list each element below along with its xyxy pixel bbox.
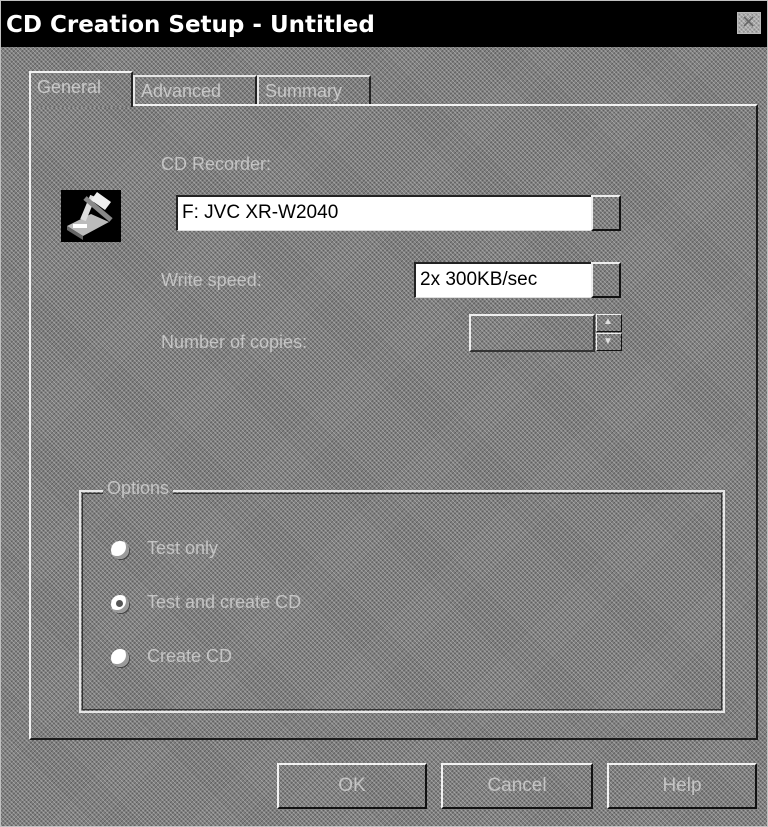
tab-advanced-label: Advanced (141, 81, 222, 101)
window-title: CD Creation Setup - Untitled (6, 12, 375, 38)
number-of-copies-label: Number of copies: (161, 332, 308, 352)
close-button[interactable]: × (737, 11, 761, 34)
options-group: Options Test only Test and create CD Cre… (79, 478, 725, 713)
cd-creation-setup-dialog: CD Creation Setup - Untitled × General A… (0, 0, 768, 827)
radio-test-only[interactable] (111, 541, 129, 559)
title-bar: CD Creation Setup - Untitled × (1, 1, 767, 47)
copies-spinner-field[interactable] (469, 314, 595, 352)
option-test-only-label: Test only (147, 538, 219, 558)
help-button-label: Help (662, 775, 702, 796)
dialog-body: General Advanced Summary CD Recorder: F:… (1, 47, 767, 826)
radio-create-cd[interactable] (111, 649, 129, 667)
cancel-button-label: Cancel (487, 775, 547, 796)
write-speed-select[interactable]: 2x 300KB/sec (414, 262, 592, 298)
cd-recorder-value: F: JVC XR-W2040 (182, 202, 339, 223)
cd-writer-icon (61, 190, 121, 242)
tab-general-label: General (37, 77, 102, 97)
cd-recorder-dropdown-button[interactable] (591, 195, 621, 231)
copies-decrement-button[interactable]: ▼ (596, 333, 622, 351)
cancel-button[interactable]: Cancel (441, 763, 593, 809)
spin-down-icon: ▼ (603, 336, 613, 347)
option-create-cd-label: Create CD (147, 646, 233, 666)
spin-up-icon: ▲ (603, 316, 613, 327)
tab-summary[interactable]: Summary (257, 75, 371, 105)
write-speed-label: Write speed: (161, 270, 262, 290)
help-button[interactable]: Help (607, 763, 757, 809)
copies-increment-button[interactable]: ▲ (596, 314, 622, 332)
options-group-title: Options (103, 478, 173, 499)
close-icon: × (741, 11, 757, 32)
ok-button[interactable]: OK (277, 763, 427, 809)
write-speed-dropdown-button[interactable] (591, 262, 621, 298)
write-speed-value: 2x 300KB/sec (420, 269, 538, 290)
radio-test-and-create[interactable] (111, 595, 129, 613)
tab-advanced[interactable]: Advanced (133, 75, 257, 105)
general-tab-panel: CD Recorder: F: JVC XR-W2040 Write speed… (29, 104, 758, 740)
cd-recorder-select[interactable]: F: JVC XR-W2040 (176, 195, 594, 231)
cd-recorder-label: CD Recorder: (161, 154, 272, 174)
option-test-and-create-label: Test and create CD (147, 592, 302, 612)
ok-button-label: OK (338, 775, 366, 796)
tab-summary-label: Summary (265, 81, 343, 101)
tab-general[interactable]: General (29, 71, 133, 107)
